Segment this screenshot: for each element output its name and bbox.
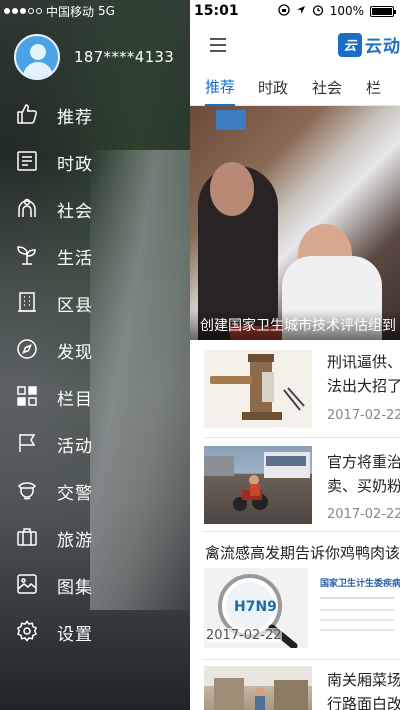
lock-rotation-icon	[278, 3, 290, 19]
category-tabs: 推荐 时政 社会 栏	[190, 68, 400, 106]
news-thumbnail	[204, 446, 312, 524]
news-item[interactable]: 南关厢菜场 行路面白改	[190, 660, 400, 710]
news-item[interactable]: 禽流感高发期告诉你鸡鸭肉该 H7N9 国家卫生计生委疾病 2017-02-22	[190, 532, 400, 658]
news-thumbnail-document: 国家卫生计生委疾病	[314, 568, 400, 648]
drawer-item-label: 旅游	[57, 531, 93, 551]
logo-badge: 云	[338, 32, 362, 57]
carrier-name: 中国移动	[46, 4, 95, 19]
building-icon	[15, 290, 39, 318]
news-date: 2017-02-22	[327, 507, 400, 522]
drawer-item-label: 发现	[57, 343, 93, 363]
news-title: 刑讯逼供、	[327, 353, 400, 371]
drawer-item-recommend[interactable]: 推荐	[0, 92, 190, 139]
drawer-item-settings[interactable]: 设置	[0, 609, 190, 656]
status-bar-left: 中国移动 5G	[0, 0, 190, 22]
news-title: 行路面白改	[327, 695, 400, 710]
sprout-icon	[15, 243, 39, 271]
network-type: 5G	[98, 4, 115, 18]
drawer-item-society[interactable]: 社会	[0, 186, 190, 233]
thumbs-up-icon	[15, 102, 39, 130]
news-title: 官方将重治	[327, 453, 400, 471]
luggage-icon	[15, 525, 39, 553]
news-thumbnail	[204, 350, 312, 428]
document-icon	[15, 149, 39, 177]
drawer-item-label: 设置	[57, 625, 93, 645]
gear-icon	[15, 619, 39, 647]
status-time: 15:01	[194, 3, 239, 19]
hero-photo-sign	[216, 110, 246, 130]
news-title: 南关厢菜场	[327, 671, 400, 689]
drawer-item-districts[interactable]: 区县	[0, 280, 190, 327]
grid-icon	[15, 384, 39, 412]
news-title: 法出大招了	[327, 377, 400, 395]
drawer-item-label: 社会	[57, 202, 93, 222]
menu-icon[interactable]	[210, 38, 226, 52]
drawer-item-events[interactable]: 活动	[0, 421, 190, 468]
news-item[interactable]: 官方将重治 卖、买奶粉 2017-02-22	[190, 438, 400, 530]
avatar[interactable]	[14, 34, 60, 80]
drawer-item-label: 时政	[57, 155, 93, 175]
flag-icon	[15, 431, 39, 459]
drawer-item-label: 交警	[57, 484, 93, 504]
drawer-item-life[interactable]: 生活	[0, 233, 190, 280]
status-bar: 中国移动 5G 15:01 100%	[0, 0, 400, 22]
tab-politics[interactable]: 时政	[258, 68, 288, 106]
logo-text: 云动	[365, 37, 400, 57]
tab-recommend[interactable]: 推荐	[205, 68, 236, 106]
user-phone: 187****4133	[74, 48, 175, 66]
police-icon	[15, 478, 39, 506]
drawer-item-traffic-police[interactable]: 交警	[0, 468, 190, 515]
news-date: 2017-02-22	[327, 408, 400, 423]
image-icon	[15, 572, 39, 600]
signal-strength-icon	[4, 8, 42, 14]
drawer-menu: 推荐 时政 社会 生活 区县 发现 栏目 活动 交警 旅游 图集 设置	[0, 92, 190, 656]
tab-columns[interactable]: 栏	[366, 68, 381, 106]
hero-photo-face	[210, 162, 254, 216]
app-logo: 云 云动	[338, 32, 400, 57]
drawer-item-discover[interactable]: 发现	[0, 327, 190, 374]
hero-caption: 创建国家卫生城市技术评估组到	[190, 310, 400, 340]
drawer-item-gallery[interactable]: 图集	[0, 562, 190, 609]
h7n9-label: H7N9	[234, 599, 277, 615]
alarm-icon	[312, 4, 324, 19]
news-title: 禽流感高发期告诉你鸡鸭肉该	[205, 544, 400, 562]
drawer-item-label: 区县	[57, 296, 93, 316]
news-item[interactable]: 刑讯逼供、 法出大招了 2017-02-22	[190, 340, 400, 435]
drawer-item-travel[interactable]: 旅游	[0, 515, 190, 562]
people-icon	[15, 196, 39, 224]
news-thumbnail	[204, 666, 312, 710]
news-title: 卖、买奶粉	[327, 477, 400, 495]
doc-header: 国家卫生计生委疾病	[320, 579, 400, 589]
battery-icon	[370, 5, 396, 17]
side-drawer: 187****4133 推荐 时政 社会 生活 区县 发现 栏目 活动 交警 旅…	[0, 0, 190, 710]
tab-society[interactable]: 社会	[312, 68, 342, 106]
drawer-item-label: 生活	[57, 249, 93, 269]
news-date: 2017-02-22	[206, 628, 282, 643]
status-bar-right: 15:01 100%	[190, 0, 400, 22]
drawer-item-label: 推荐	[57, 108, 93, 128]
location-icon	[296, 4, 306, 18]
drawer-item-politics[interactable]: 时政	[0, 139, 190, 186]
user-profile[interactable]: 187****4133	[14, 34, 174, 80]
drawer-item-label: 图集	[57, 578, 93, 598]
top-navbar: 云 云动	[190, 22, 400, 68]
battery-percent: 100%	[329, 4, 364, 18]
hero-banner[interactable]: 创建国家卫生城市技术评估组到	[190, 106, 400, 340]
compass-icon	[15, 337, 39, 365]
drawer-item-columns[interactable]: 栏目	[0, 374, 190, 421]
main-content: 云 云动 推荐 时政 社会 栏 创建国家卫生城市技术评估组到 刑讯逼供、 法出大…	[190, 0, 400, 710]
drawer-item-label: 栏目	[57, 390, 93, 410]
drawer-item-label: 活动	[57, 437, 93, 457]
